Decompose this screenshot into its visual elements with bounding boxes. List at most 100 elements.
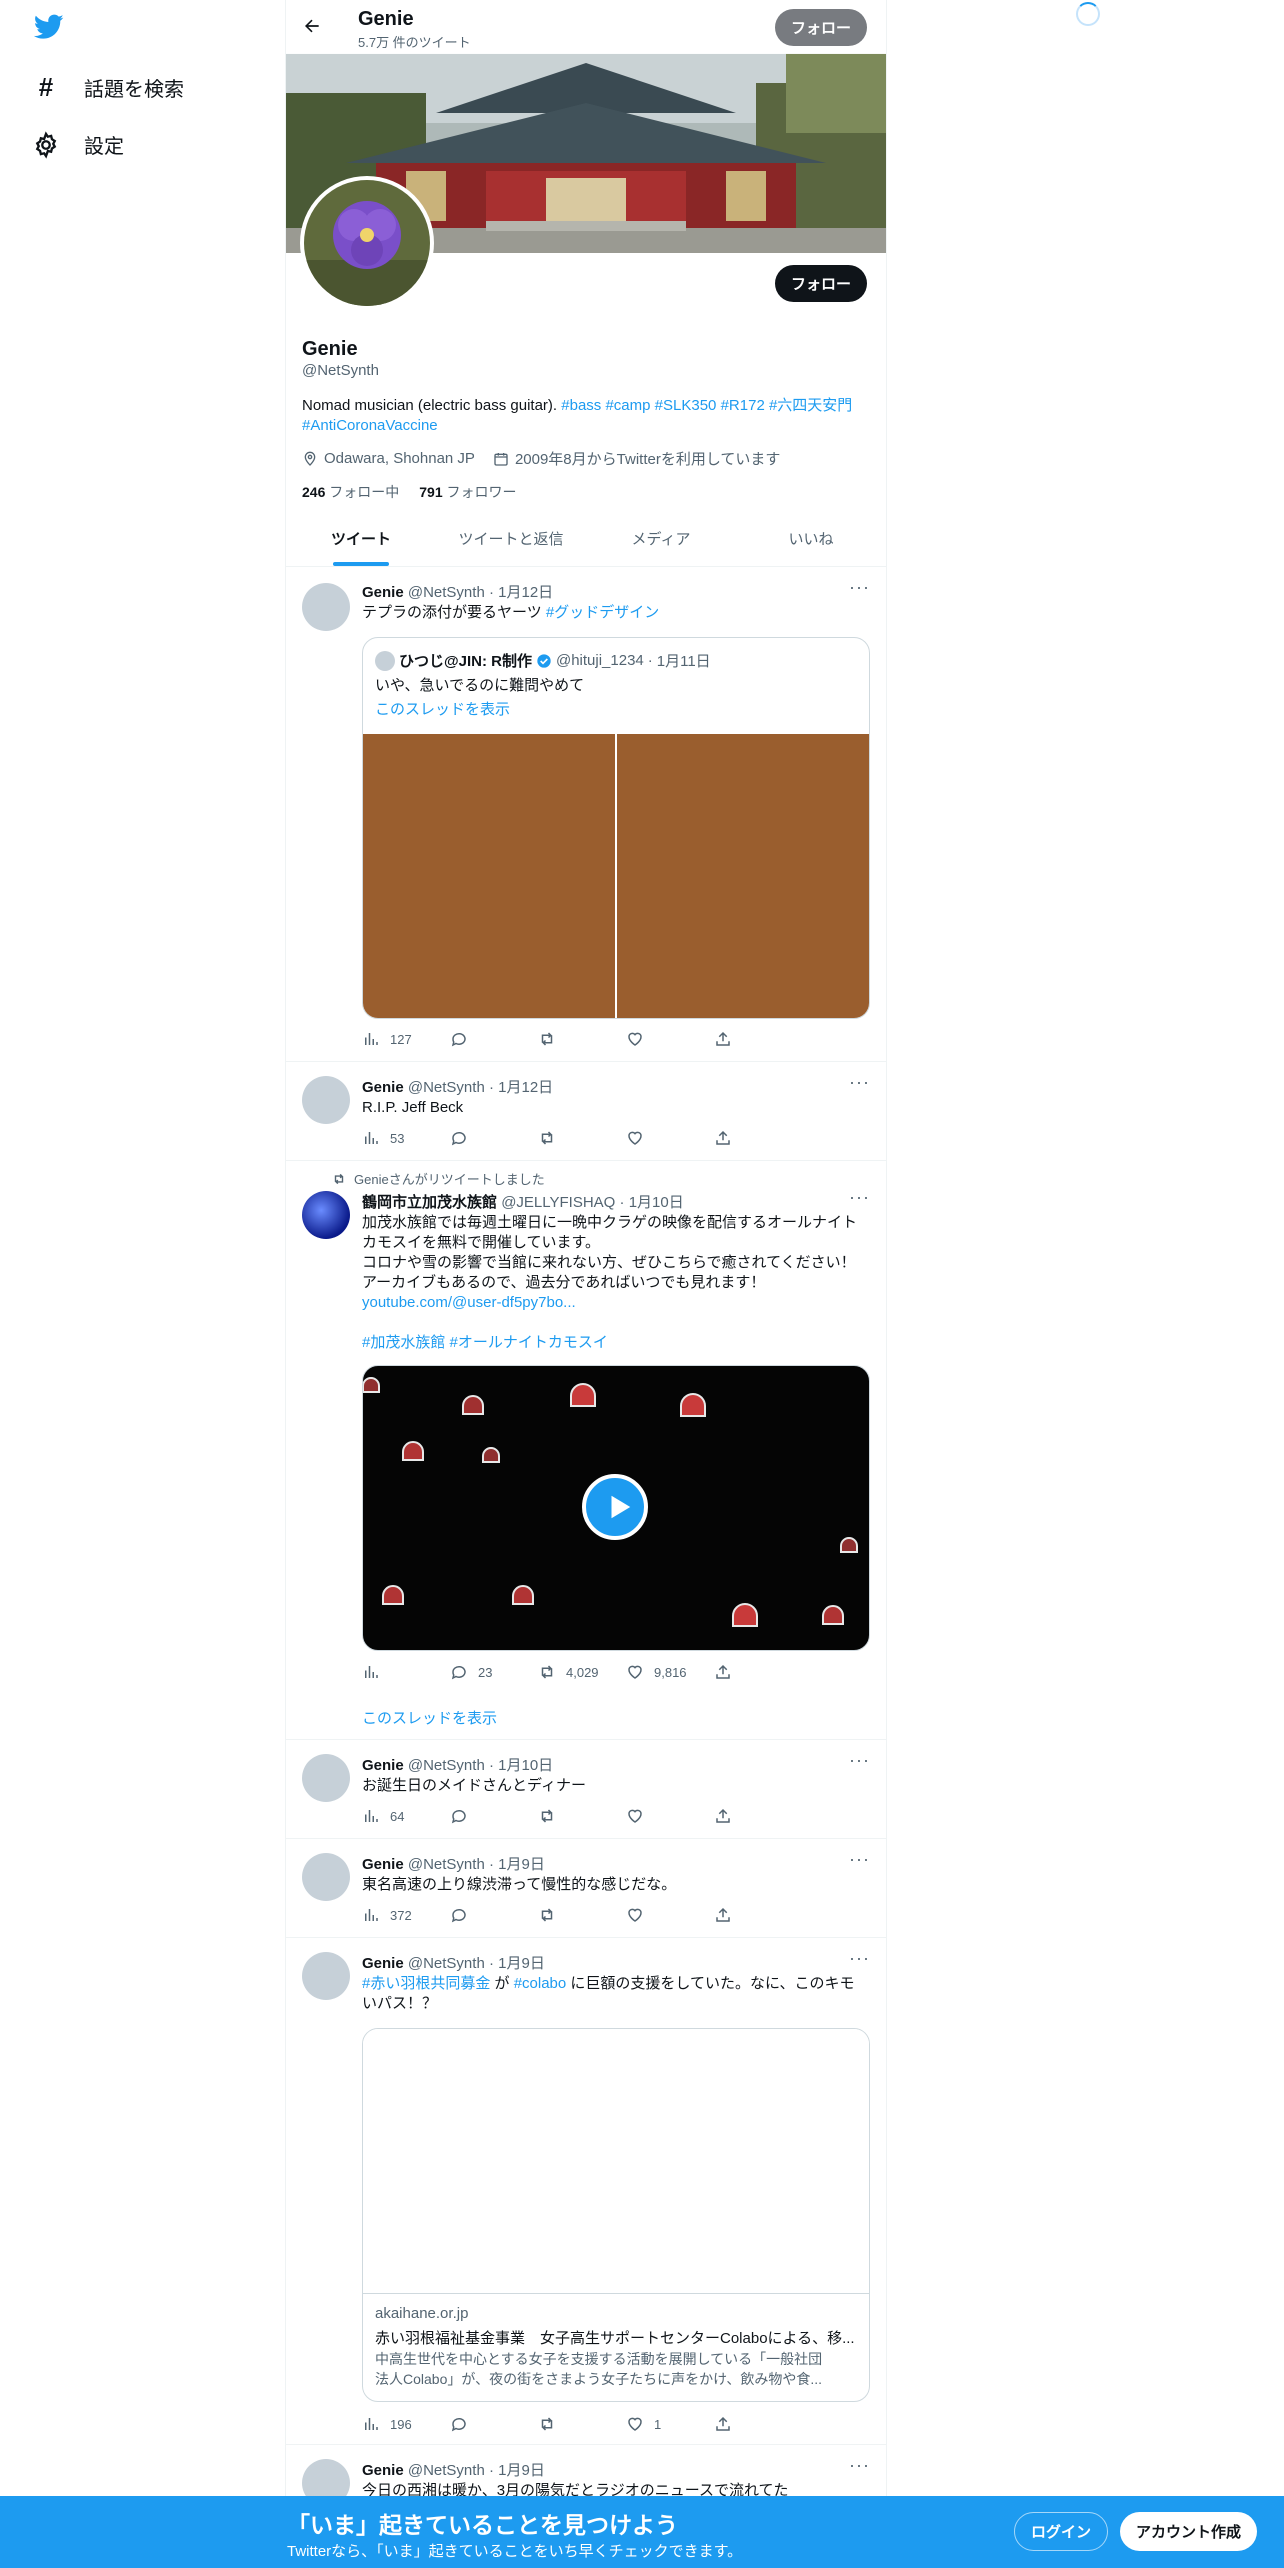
share-button[interactable] — [714, 2414, 802, 2434]
tweet-author-name[interactable]: 鶴岡市立加茂水族館 — [362, 1194, 497, 1211]
retweet-button[interactable] — [538, 1905, 626, 1925]
tweet-date[interactable]: 1月12日 — [498, 1079, 553, 1096]
like-button[interactable]: 1 — [626, 2414, 714, 2434]
like-button[interactable] — [626, 1905, 714, 1925]
quote-thread-link[interactable]: このスレッドを表示 — [375, 698, 510, 719]
tab-tweets-replies[interactable]: ツイートと返信 — [436, 510, 586, 566]
share-button[interactable] — [714, 1029, 802, 1049]
tweet-author-handle[interactable]: @NetSynth — [408, 584, 485, 601]
tweet-date[interactable]: 1月9日 — [498, 2462, 545, 2479]
retweet-button[interactable] — [538, 1029, 626, 1049]
header-follow-button[interactable]: フォロー — [775, 9, 868, 46]
bio-tag[interactable]: #bass — [561, 397, 601, 414]
share-button[interactable] — [714, 1806, 802, 1826]
share-button[interactable] — [714, 1128, 802, 1148]
tab-tweets[interactable]: ツイート — [286, 510, 436, 566]
avatar[interactable] — [302, 1191, 350, 1239]
tweet-author-name[interactable]: Genie — [362, 1856, 404, 1873]
reply-button[interactable] — [450, 2414, 538, 2434]
retweet-button[interactable] — [538, 1128, 626, 1148]
retweet-button[interactable]: 4,029 — [538, 1662, 626, 1682]
back-arrow-icon[interactable] — [302, 16, 322, 36]
views-button[interactable]: 372 — [362, 1905, 450, 1925]
profile-follow-button[interactable]: フォロー — [775, 265, 868, 302]
tweet-date[interactable]: 1月10日 — [498, 1757, 553, 1774]
tweet[interactable]: Genie @NetSynth · 1月9日 ··· 東名高速の上り線渋滞って慢… — [286, 1839, 886, 1938]
tab-media[interactable]: メディア — [586, 510, 736, 566]
more-icon[interactable]: ··· — [849, 2455, 870, 2476]
video-player[interactable] — [362, 1365, 870, 1651]
avatar[interactable] — [302, 583, 350, 631]
tweet[interactable]: Genie @NetSynth · 1月9日 ··· #赤い羽根共同募金 が #… — [286, 1938, 886, 2445]
tweet-author-handle[interactable]: @NetSynth — [408, 1079, 485, 1096]
tweet-author-handle[interactable]: @NetSynth — [408, 1955, 485, 1972]
signup-button[interactable]: アカウント作成 — [1120, 2512, 1258, 2551]
tweet-date[interactable]: 1月10日 — [629, 1194, 684, 1211]
tweet-date[interactable]: 1月9日 — [498, 1856, 545, 1873]
nav-settings[interactable]: 設定 — [32, 130, 124, 159]
tweet-hashtags[interactable]: #加茂水族館 #オールナイトカモスイ — [362, 1334, 608, 1351]
bio-tag[interactable]: #SLK350 — [655, 397, 717, 414]
views-button[interactable]: 53 — [362, 1128, 450, 1148]
retweet-label[interactable]: Genieさんがリツイートしました — [354, 1169, 545, 1188]
share-button[interactable] — [714, 1905, 802, 1925]
reply-button[interactable]: 23 — [450, 1662, 538, 1682]
like-button[interactable]: 9,816 — [626, 1662, 714, 1682]
like-button[interactable] — [626, 1128, 714, 1148]
bio-tag[interactable]: #六四天安門 — [769, 397, 852, 414]
tweet[interactable]: Genie @NetSynth · 1月12日 ··· R.I.P. Jeff … — [286, 1062, 886, 1161]
following-link[interactable]: 246 フォロー中 — [302, 482, 399, 502]
thread-link[interactable]: このスレッドを表示 — [362, 1707, 497, 1728]
tweet-author-handle[interactable]: @NetSynth — [408, 1757, 485, 1774]
nav-explore[interactable]: # 話題を検索 — [32, 72, 184, 103]
avatar[interactable] — [302, 1853, 350, 1901]
views-button[interactable]: 64 — [362, 1806, 450, 1826]
tweet-author-handle[interactable]: @NetSynth — [408, 2462, 485, 2479]
tweet[interactable]: Genieさんがリツイートしました 鶴岡市立加茂水族館 @JELLYFISHAQ… — [286, 1161, 886, 1740]
quote-image[interactable] — [617, 734, 869, 1018]
reply-button[interactable] — [450, 1905, 538, 1925]
more-icon[interactable]: ··· — [849, 577, 870, 598]
tweet[interactable]: Genie @NetSynth · 1月10日 ··· お誕生日のメイドさんとデ… — [286, 1740, 886, 1839]
bio-tag[interactable]: #R172 — [721, 397, 765, 414]
avatar[interactable] — [302, 1952, 350, 2000]
retweet-button[interactable] — [538, 1806, 626, 1826]
more-icon[interactable]: ··· — [849, 1849, 870, 1870]
tweet-author-handle[interactable]: @JELLYFISHAQ — [501, 1194, 615, 1211]
quote-tweet[interactable]: ひつじ@JIN: R制作 @hituji_1234 · 1月11日 いや、急いで… — [362, 637, 870, 1019]
tweet-hashtag[interactable]: #colabo — [514, 1975, 567, 1992]
views-button[interactable]: 196 — [362, 2414, 450, 2434]
share-button[interactable] — [714, 1662, 802, 1682]
tweet-author-handle[interactable]: @NetSynth — [408, 1856, 485, 1873]
reply-button[interactable] — [450, 1128, 538, 1148]
tweet-link[interactable]: youtube.com/@user-df5py7bo... — [362, 1294, 576, 1311]
avatar[interactable] — [302, 1754, 350, 1802]
more-icon[interactable]: ··· — [849, 1750, 870, 1771]
like-button[interactable] — [626, 1806, 714, 1826]
tweet-author-name[interactable]: Genie — [362, 1079, 404, 1096]
more-icon[interactable]: ··· — [849, 1072, 870, 1093]
retweet-button[interactable] — [538, 2414, 626, 2434]
more-icon[interactable]: ··· — [849, 1948, 870, 1969]
more-icon[interactable]: ··· — [849, 1187, 870, 1208]
bio-tag[interactable]: #AntiCoronaVaccine — [302, 417, 438, 434]
login-button[interactable]: ログイン — [1014, 2512, 1109, 2551]
views-button[interactable]: 127 — [362, 1029, 450, 1049]
tweet[interactable]: Genie @NetSynth · 1月12日 ··· テプラの添付が要るヤーツ… — [286, 567, 886, 1062]
play-button[interactable] — [582, 1474, 648, 1540]
tweet-author-name[interactable]: Genie — [362, 1757, 404, 1774]
tweet-date[interactable]: 1月9日 — [498, 1955, 545, 1972]
tweet-author-name[interactable]: Genie — [362, 584, 404, 601]
quote-image[interactable] — [363, 734, 615, 1018]
like-button[interactable] — [626, 1029, 714, 1049]
link-card[interactable]: akaihane.or.jp 赤い羽根福祉基金事業 女子高生サポートセンターCo… — [362, 2028, 870, 2402]
reply-button[interactable] — [450, 1029, 538, 1049]
tweet-hashtag[interactable]: #赤い羽根共同募金 — [362, 1975, 490, 1992]
tweet-author-name[interactable]: Genie — [362, 1955, 404, 1972]
bio-tag[interactable]: #camp — [605, 397, 650, 414]
reply-button[interactable] — [450, 1806, 538, 1826]
tweet-author-name[interactable]: Genie — [362, 2462, 404, 2479]
twitter-logo-icon[interactable] — [34, 14, 64, 40]
views-button[interactable] — [362, 1662, 450, 1682]
tab-likes[interactable]: いいね — [736, 510, 886, 566]
